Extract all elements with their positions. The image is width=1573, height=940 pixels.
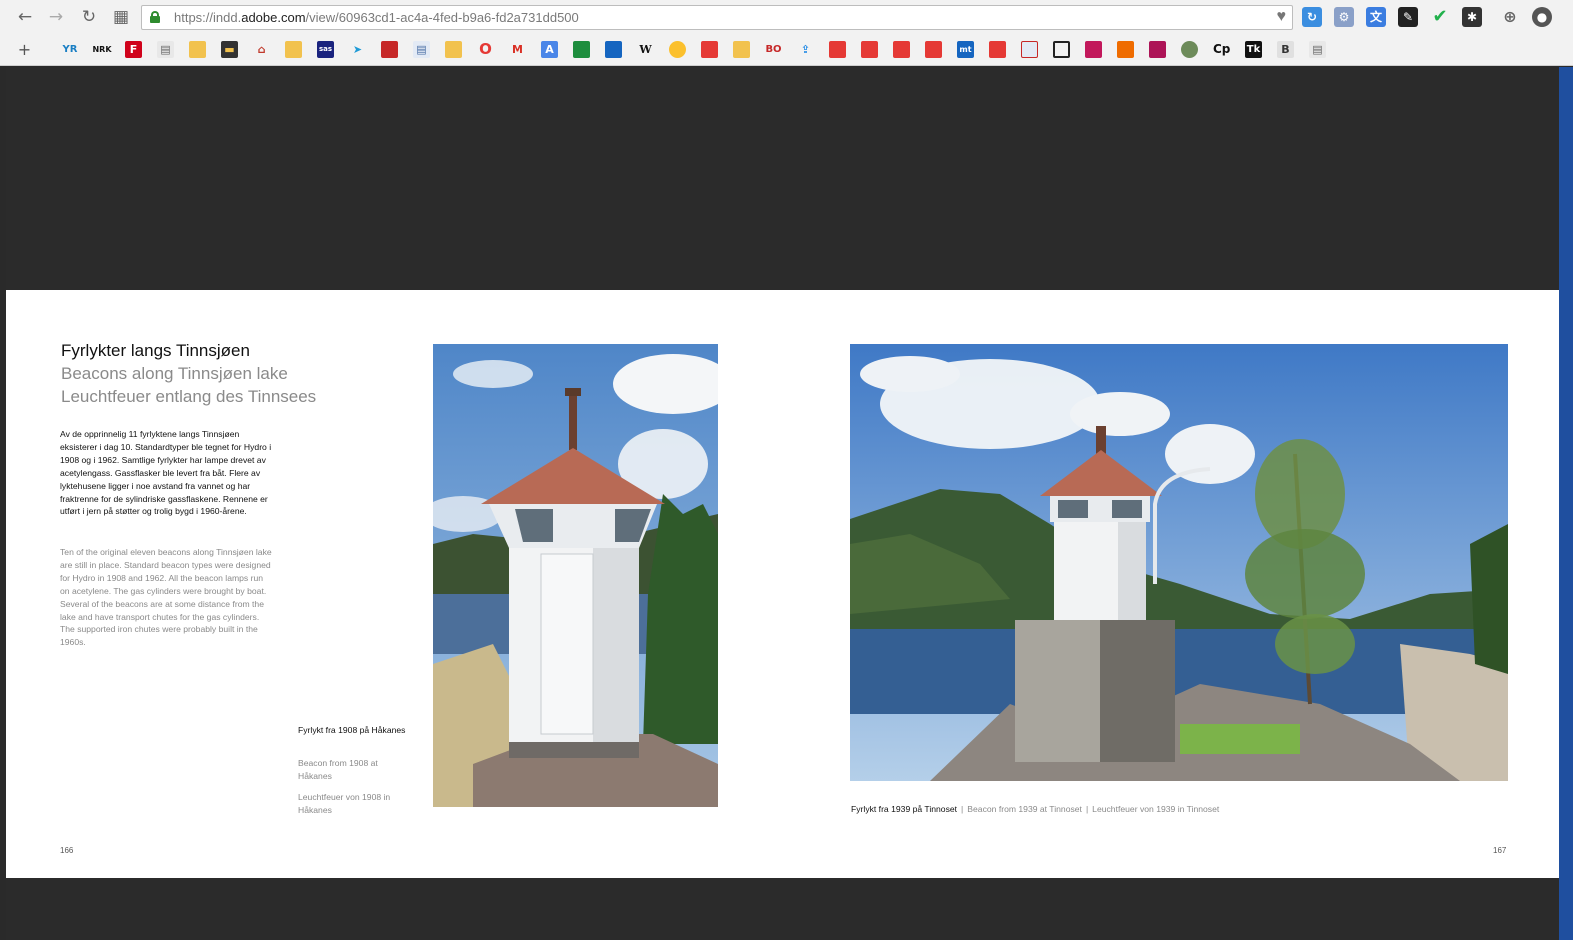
bookmark-page-icon[interactable]: ▤ bbox=[157, 41, 174, 58]
extension-puzzle-icon[interactable]: ✱ bbox=[1462, 7, 1482, 27]
add-bookmark-button[interactable]: + bbox=[16, 41, 33, 58]
reload-button[interactable]: ↻ bbox=[78, 6, 100, 28]
bookmark-nrk[interactable]: NRK bbox=[92, 41, 112, 58]
bookmark-b-icon[interactable]: B bbox=[1277, 41, 1294, 58]
bookmark-orange-icon[interactable] bbox=[1117, 41, 1134, 58]
bookmark-adobe-icon[interactable] bbox=[893, 41, 910, 58]
reload-icon: ↻ bbox=[81, 7, 97, 27]
profile-icon[interactable]: ● bbox=[1532, 7, 1552, 27]
bookmark-adobe-icon[interactable] bbox=[829, 41, 846, 58]
caption-right: Fyrlykt fra 1939 på Tinnoset | Beacon from… bbox=[851, 804, 1220, 814]
bookmark-adobe-icon[interactable] bbox=[701, 41, 718, 58]
back-arrow-icon: ← bbox=[17, 7, 33, 27]
caption-left-german: Leuchtfeuer von 1908 in Håkanes bbox=[298, 792, 391, 815]
download-icon[interactable]: ⊕ bbox=[1500, 7, 1520, 27]
bookmark-doc-icon[interactable]: ▤ bbox=[413, 41, 430, 58]
bookmark-yr[interactable]: YR bbox=[60, 41, 80, 58]
extension-check-icon[interactable]: ✔ bbox=[1430, 7, 1450, 27]
bookmark-red-icon[interactable] bbox=[381, 41, 398, 58]
title-english: Beacons along Tinnsjøen lake bbox=[61, 364, 288, 383]
bookmark-heart-icon[interactable]: ♥ bbox=[1277, 8, 1287, 26]
caption-right-german: Leuchtfeuer von 1939 in Tinnoset bbox=[1092, 804, 1220, 814]
lock-icon bbox=[150, 11, 160, 23]
bookmark-adobe-icon[interactable] bbox=[861, 41, 878, 58]
viewer-background bbox=[6, 67, 1559, 290]
bookmark-opera-icon[interactable]: O bbox=[477, 41, 494, 58]
bookmark-globe-icon[interactable] bbox=[669, 41, 686, 58]
bookmark-tk-icon[interactable]: Tk bbox=[1245, 41, 1262, 58]
bookmark-emblem-icon[interactable] bbox=[1181, 41, 1198, 58]
bookmark-briefcase-icon[interactable]: ▬ bbox=[221, 41, 238, 58]
photo-beacon-1939 bbox=[850, 344, 1508, 781]
back-button[interactable]: ← bbox=[14, 6, 36, 28]
bookmark-table-icon[interactable] bbox=[1021, 41, 1038, 58]
bookmark-folder-icon[interactable] bbox=[189, 41, 206, 58]
bookmark-share-icon[interactable]: ⇪ bbox=[797, 41, 814, 58]
caption-left-norwegian: Fyrlykt fra 1908 på Håkanes bbox=[298, 725, 406, 735]
bookmark-folder-icon[interactable] bbox=[733, 41, 750, 58]
caption-right-norwegian: Fyrlykt fra 1939 på Tinnoset bbox=[851, 804, 958, 814]
browser-toolbar: ← → ↻ ▦ https://indd.adobe.com/view/6096… bbox=[0, 0, 1573, 66]
bookmark-cp-icon[interactable]: Cp bbox=[1213, 41, 1230, 58]
bookmarks-bar: + YR NRK F ▤ ▬ ⌂ sas ➤ ▤ O M A W BO ⇪ mt bbox=[0, 38, 1573, 62]
apps-button[interactable]: ▦ bbox=[110, 6, 132, 28]
photo-beacon-1908 bbox=[433, 344, 718, 807]
url-text[interactable]: https://indd.adobe.com/view/60963cd1-ac4… bbox=[174, 10, 579, 25]
extension-sync-icon[interactable]: ↻ bbox=[1302, 7, 1322, 27]
bookmark-green-icon[interactable] bbox=[573, 41, 590, 58]
body-text-english: Ten of the original eleven beacons along… bbox=[60, 547, 272, 648]
title-norwegian: Fyrlykter langs Tinnsjøen bbox=[61, 341, 250, 360]
bookmark-gmail-icon[interactable]: M bbox=[509, 41, 526, 58]
bookmark-adobe-icon[interactable] bbox=[989, 41, 1006, 58]
bookmark-page-icon[interactable]: ▤ bbox=[1309, 41, 1326, 58]
bookmark-frame-icon[interactable] bbox=[1053, 41, 1070, 58]
caption-right-english: Beacon from 1939 at Tinnoset bbox=[967, 804, 1082, 814]
forward-arrow-icon: → bbox=[48, 7, 64, 27]
body-text-norwegian: Av de opprinnelig 11 fyrlyktene langs Ti… bbox=[60, 429, 272, 517]
bookmark-mt-icon[interactable]: mt bbox=[957, 41, 974, 58]
bookmark-sas-icon[interactable]: sas bbox=[317, 41, 334, 58]
bookmark-f[interactable]: F bbox=[125, 41, 142, 58]
extension-edit-icon[interactable]: ✎ bbox=[1398, 7, 1418, 27]
bookmark-bird-icon[interactable]: ➤ bbox=[349, 41, 366, 58]
caption-left-english: Beacon from 1908 at Håkanes bbox=[298, 758, 378, 781]
extension-translate-icon[interactable]: 文 bbox=[1366, 7, 1386, 27]
bookmark-easel-icon[interactable]: ⌂ bbox=[253, 41, 270, 58]
bookmark-bo-icon[interactable]: BO bbox=[765, 41, 782, 58]
extension-gear-icon[interactable]: ⚙ bbox=[1334, 7, 1354, 27]
bookmark-folder-icon[interactable] bbox=[285, 41, 302, 58]
bookmark-blue-icon[interactable] bbox=[605, 41, 622, 58]
book-spread: Fyrlykter langs Tinnsjøen Beacons along … bbox=[6, 290, 1559, 878]
window-edge bbox=[1559, 67, 1573, 940]
page-number-left: 166 bbox=[60, 846, 74, 855]
bookmark-translate-icon[interactable]: A bbox=[541, 41, 558, 58]
title-german: Leuchtfeuer entlang des Tinnsees bbox=[61, 387, 317, 406]
bookmark-pink-icon[interactable] bbox=[1085, 41, 1102, 58]
address-bar[interactable]: https://indd.adobe.com/view/60963cd1-ac4… bbox=[141, 5, 1293, 30]
bookmark-adobe-icon[interactable] bbox=[925, 41, 942, 58]
apps-grid-icon: ▦ bbox=[112, 7, 130, 27]
viewer-background-bottom bbox=[6, 878, 1559, 940]
bookmark-folder-icon[interactable] bbox=[445, 41, 462, 58]
forward-button[interactable]: → bbox=[45, 6, 67, 28]
bookmark-wikipedia-icon[interactable]: W bbox=[637, 41, 654, 58]
bookmark-magenta-icon[interactable] bbox=[1149, 41, 1166, 58]
page-number-right: 167 bbox=[1493, 846, 1507, 855]
